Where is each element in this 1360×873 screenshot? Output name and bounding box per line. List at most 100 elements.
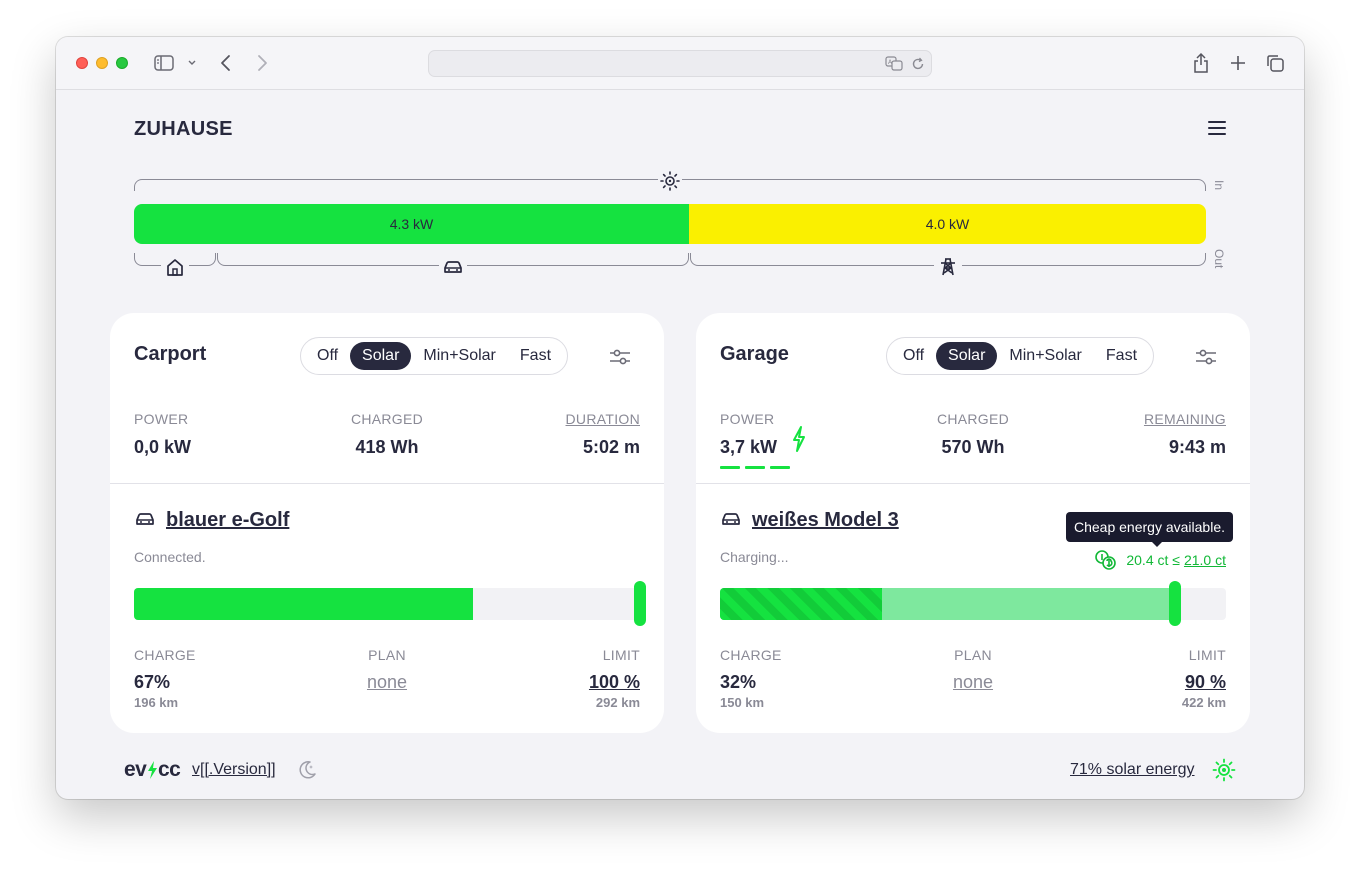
- home-icon: [161, 256, 189, 278]
- reload-icon[interactable]: [911, 56, 925, 75]
- mode-fast-button[interactable]: Fast: [508, 342, 563, 370]
- loadpoint-card-carport: Carport Off Solar Min+Solar Fast POWER C…: [110, 313, 664, 733]
- vehicle-status: Charging...: [720, 549, 789, 565]
- grid-tower-icon: [934, 256, 962, 278]
- loadpoint-title: Garage: [720, 343, 789, 365]
- sidebar-toggle-icon[interactable]: [152, 50, 176, 76]
- mode-selector: Off Solar Min+Solar Fast: [300, 337, 569, 375]
- card-divider: [696, 483, 1250, 484]
- tariff-limit-link[interactable]: 21.0 ct: [1184, 552, 1226, 568]
- loadpoint-card-garage: Garage Off Solar Min+Solar Fast POWER CH…: [696, 313, 1250, 733]
- card-divider: [110, 483, 664, 484]
- share-icon[interactable]: [1190, 50, 1212, 76]
- tab-overview-icon[interactable]: [1264, 50, 1286, 76]
- energyflow-pv-segment: 4.3 kW: [134, 204, 689, 244]
- moon-icon[interactable]: [296, 759, 318, 781]
- limit-range: 292 km: [595, 695, 640, 710]
- chevron-down-icon[interactable]: [186, 50, 198, 76]
- evcc-logo-mark: ev cc: [124, 759, 182, 781]
- soc-bar[interactable]: [720, 588, 1226, 620]
- charge-range: 150 km: [720, 695, 765, 710]
- charged-value: 570 Wh: [941, 437, 1005, 457]
- mode-minsolar-button[interactable]: Min+Solar: [997, 342, 1093, 370]
- mode-minsolar-button[interactable]: Min+Solar: [411, 342, 507, 370]
- car-icon: [720, 511, 742, 531]
- limit-handle[interactable]: [1169, 581, 1182, 626]
- plan-link[interactable]: none: [926, 672, 1020, 693]
- charge-value: 32%: [720, 672, 757, 692]
- mode-off-button[interactable]: Off: [891, 342, 936, 370]
- limit-label: LIMIT: [1188, 647, 1226, 663]
- vehicle-row[interactable]: weißes Model 3: [720, 509, 899, 532]
- svg-text:cc: cc: [158, 759, 181, 781]
- car-icon: [439, 256, 467, 278]
- zoom-window-button[interactable]: [116, 57, 128, 69]
- charging-indicator: [720, 466, 795, 469]
- charge-value: 67%: [134, 672, 171, 692]
- forward-icon[interactable]: [254, 50, 270, 76]
- duration-label[interactable]: DURATION: [566, 411, 640, 427]
- duration-value: 5:02 m: [582, 437, 640, 457]
- close-window-button[interactable]: [76, 57, 88, 69]
- power-value: 0,0 kW: [134, 437, 192, 457]
- new-tab-icon[interactable]: [1228, 50, 1248, 76]
- power-label: POWER: [720, 411, 775, 427]
- mode-solar-button[interactable]: Solar: [350, 342, 412, 370]
- energyflow-out-label: Out: [1212, 249, 1226, 269]
- limit-label: LIMIT: [602, 647, 640, 663]
- sun-icon: [1212, 758, 1236, 782]
- solar-share-link[interactable]: 71% solar energy: [1070, 761, 1195, 779]
- svg-text:ev: ev: [124, 759, 147, 781]
- car-icon: [134, 511, 156, 531]
- sun-icon: [658, 169, 682, 193]
- limit-handle[interactable]: [634, 581, 646, 626]
- vehicle-name-link[interactable]: weißes Model 3: [752, 509, 899, 532]
- browser-toolbar: A: [56, 37, 1304, 90]
- remaining-value: 9:43 m: [1168, 437, 1226, 457]
- settings-sliders-icon[interactable]: [608, 346, 632, 368]
- energyflow-grid-segment: 4.0 kW: [689, 204, 1206, 244]
- soc-bar[interactable]: [134, 588, 640, 620]
- tooltip-arrow: [1151, 541, 1163, 547]
- mode-solar-button[interactable]: Solar: [936, 342, 998, 370]
- menu-icon[interactable]: [1208, 121, 1226, 135]
- charged-label: CHARGED: [350, 411, 424, 427]
- tariff-price: 20.4 ct ≤: [1126, 552, 1180, 568]
- browser-window: A ZUHAUSE In 4.3 kW 4.0 kW Out Carport O…: [56, 37, 1304, 799]
- limit-link[interactable]: 100 %: [589, 672, 640, 693]
- cheap-energy-tooltip: Cheap energy available.: [1066, 512, 1233, 542]
- translate-icon[interactable]: A: [885, 55, 903, 75]
- tariff-info[interactable]: 20.4 ct ≤ 21.0 ct: [1094, 549, 1226, 571]
- charge-label: CHARGE: [134, 647, 196, 663]
- limit-range: 422 km: [1181, 695, 1226, 710]
- vehicle-row[interactable]: blauer e-Golf: [134, 509, 289, 532]
- plan-link[interactable]: none: [340, 672, 434, 693]
- minimize-window-button[interactable]: [96, 57, 108, 69]
- charged-value: 418 Wh: [355, 437, 419, 457]
- charged-label: CHARGED: [936, 411, 1010, 427]
- power-value: 3,7 kW: [720, 437, 778, 457]
- energyflow-bar[interactable]: 4.3 kW 4.0 kW: [134, 204, 1206, 244]
- energyflow-in-label: In: [1212, 180, 1226, 191]
- power-label: POWER: [134, 411, 189, 427]
- app-main: ZUHAUSE In 4.3 kW 4.0 kW Out Carport Off…: [56, 91, 1304, 799]
- soc-fill: [720, 588, 882, 620]
- back-icon[interactable]: [218, 50, 234, 76]
- settings-sliders-icon[interactable]: [1194, 346, 1218, 368]
- vehicle-status: Connected.: [134, 549, 206, 565]
- remaining-label[interactable]: REMAINING: [1144, 411, 1226, 427]
- plan-label: PLAN: [954, 647, 992, 663]
- limit-link[interactable]: 90 %: [1185, 672, 1226, 693]
- mode-selector: Off Solar Min+Solar Fast: [886, 337, 1155, 375]
- address-bar[interactable]: A: [428, 50, 932, 77]
- evcc-logo[interactable]: ev cc: [124, 759, 186, 781]
- mode-fast-button[interactable]: Fast: [1094, 342, 1149, 370]
- version-link[interactable]: v[[.Version]]: [192, 761, 276, 779]
- mode-off-button[interactable]: Off: [305, 342, 350, 370]
- plan-label: PLAN: [368, 647, 406, 663]
- lightning-icon: [790, 425, 808, 457]
- charge-label: CHARGE: [720, 647, 782, 663]
- soc-fill: [134, 588, 474, 620]
- vehicle-name-link[interactable]: blauer e-Golf: [166, 509, 289, 532]
- charge-range: 196 km: [134, 695, 179, 710]
